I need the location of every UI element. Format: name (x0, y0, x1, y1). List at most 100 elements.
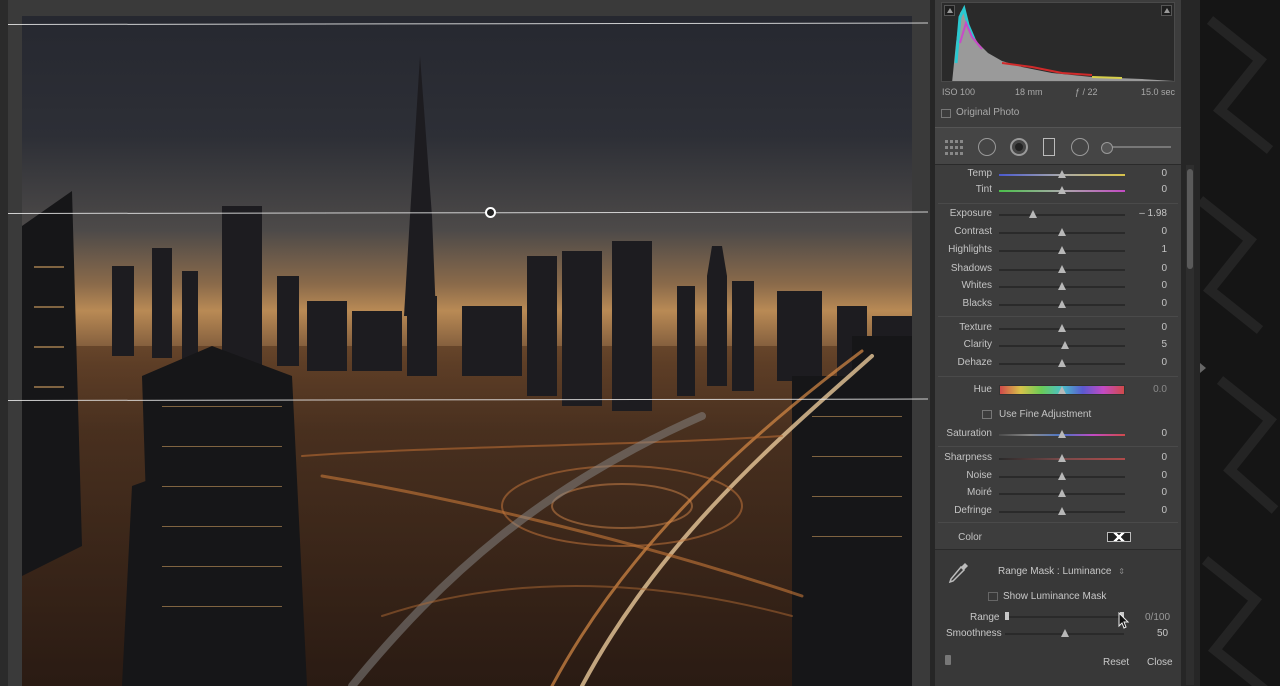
mouse-cursor-icon (1118, 612, 1130, 629)
texture-value[interactable]: 0 (1123, 322, 1167, 333)
panel-switch-icon[interactable] (945, 655, 951, 665)
original-photo-label: Original Photo (956, 107, 1020, 118)
exposure-slider-thumb[interactable] (1029, 210, 1038, 218)
close-button[interactable]: Close (1147, 657, 1173, 668)
shadows-value[interactable]: 0 (1123, 263, 1167, 274)
clarity-label: Clarity (963, 339, 992, 350)
sharpness-label: Sharpness (944, 452, 992, 463)
noise-slider-thumb[interactable] (1058, 472, 1066, 480)
blacks-label: Blacks (962, 298, 992, 309)
noise-value[interactable]: 0 (1123, 470, 1167, 481)
shutter-readout: 15.0 sec (1141, 87, 1176, 97)
aperture-readout: ƒ / 22 (1075, 87, 1098, 97)
tint-value[interactable]: 0 (1123, 184, 1167, 195)
photo-canvas[interactable] (0, 0, 930, 686)
texture-label: Texture (959, 322, 992, 333)
divider-detail (938, 522, 1178, 523)
range-mask-dropdown-icon: ⇕ (1118, 567, 1125, 576)
range-slider-left-thumb[interactable] (1005, 612, 1009, 620)
contrast-value[interactable]: 0 (1123, 226, 1167, 237)
graduated-filter-icon[interactable] (1043, 138, 1055, 156)
pattern-graphic (1200, 16, 1279, 686)
sharpness-slider-thumb[interactable] (1058, 454, 1066, 462)
hue-value[interactable]: 0.0 (1123, 384, 1167, 395)
blacks-value[interactable]: 0 (1123, 298, 1167, 309)
collapse-panel-icon[interactable] (1200, 363, 1206, 373)
contrast-slider-thumb[interactable] (1058, 228, 1066, 236)
original-photo-checkbox[interactable] (941, 109, 951, 118)
moire-value[interactable]: 0 (1123, 487, 1167, 498)
saturation-value[interactable]: 0 (1123, 428, 1167, 439)
divider-presence (938, 376, 1178, 377)
iso-readout: ISO 100 (942, 87, 976, 97)
spot-removal-icon[interactable] (978, 138, 996, 156)
smoothness-value: 50 (1157, 628, 1169, 639)
exposure-value[interactable]: – 1.98 (1123, 208, 1167, 219)
adjustment-brush-icon[interactable] (1101, 142, 1171, 154)
whites-label: Whites (961, 280, 992, 291)
smoothness-label: Smoothness (946, 628, 1002, 639)
eyedropper-icon[interactable] (945, 560, 971, 586)
noise-label: Noise (966, 470, 992, 481)
whites-slider-thumb[interactable] (1058, 282, 1066, 290)
red-eye-icon[interactable] (1010, 138, 1028, 156)
city-photo[interactable] (22, 16, 912, 686)
tool-strip (935, 127, 1181, 165)
reset-button[interactable]: Reset (1103, 657, 1129, 668)
histogram (941, 2, 1175, 82)
defringe-label: Defringe (954, 505, 992, 516)
saturation-slider-thumb[interactable] (1058, 430, 1066, 438)
panel-scrollbar[interactable] (1186, 165, 1194, 685)
focal-length-readout: 18 mm (1015, 87, 1043, 97)
exposure-label: Exposure (949, 208, 992, 219)
divider-tone (938, 316, 1178, 317)
saturation-label: Saturation (946, 428, 992, 439)
whites-value[interactable]: 0 (1123, 280, 1167, 291)
range-label: Range (970, 612, 1000, 623)
texture-slider-thumb[interactable] (1058, 324, 1066, 332)
fine-adjustment-checkbox[interactable] (982, 410, 992, 419)
crop-overlay-icon[interactable] (945, 138, 965, 156)
range-mask-title[interactable]: Range Mask : Luminance ⇕ (998, 566, 1125, 577)
divider-color (938, 446, 1178, 447)
temp-label: Temp (967, 168, 992, 179)
defringe-value[interactable]: 0 (1123, 505, 1167, 516)
range-slider-track[interactable] (1005, 616, 1124, 618)
exposure-slider-track[interactable] (999, 214, 1125, 216)
color-label: Color (958, 532, 982, 543)
canvas-edge (0, 0, 8, 686)
hue-label: Hue (973, 384, 992, 395)
tint-slider-thumb[interactable] (1058, 186, 1066, 194)
lightroom-window: ISO 100 18 mm ƒ / 22 15.0 sec Original P… (0, 0, 1280, 686)
smoothness-slider-thumb[interactable] (1061, 629, 1069, 637)
show-luminance-mask-checkbox[interactable] (988, 592, 998, 601)
fine-adjustment-label: Use Fine Adjustment (999, 409, 1092, 420)
divider-basic (938, 203, 1178, 204)
shadow-clipping-toggle[interactable] (944, 5, 955, 16)
graduated-filter-pin[interactable] (485, 207, 496, 218)
range-value: 0/100 (1145, 612, 1171, 623)
moire-slider-thumb[interactable] (1058, 489, 1066, 497)
clarity-slider-thumb[interactable] (1060, 341, 1069, 349)
panel-scrollbar-thumb[interactable] (1187, 169, 1193, 269)
shadows-slider-thumb[interactable] (1058, 265, 1066, 273)
blacks-slider-thumb[interactable] (1058, 300, 1066, 308)
shadows-label: Shadows (950, 263, 992, 274)
moire-label: Moiré (966, 487, 992, 498)
clarity-value[interactable]: 5 (1123, 339, 1167, 350)
hue-slider-thumb[interactable] (1058, 386, 1066, 394)
sharpness-value[interactable]: 0 (1123, 452, 1167, 463)
highlights-slider-thumb[interactable] (1058, 246, 1066, 254)
highlight-clipping-toggle[interactable] (1161, 5, 1172, 16)
range-mask-title-text: Range Mask : Luminance (998, 566, 1112, 577)
radial-filter-icon[interactable] (1071, 138, 1089, 156)
temp-slider-thumb[interactable] (1058, 170, 1066, 178)
color-swatch[interactable] (1107, 532, 1131, 542)
dehaze-slider-thumb[interactable] (1058, 359, 1066, 367)
tint-label: Tint (975, 184, 992, 195)
skyline-illustration (22, 56, 912, 686)
temp-value[interactable]: 0 (1123, 168, 1167, 179)
dehaze-value[interactable]: 0 (1123, 357, 1167, 368)
defringe-slider-thumb[interactable] (1058, 507, 1066, 515)
highlights-value[interactable]: 1 (1123, 244, 1167, 255)
